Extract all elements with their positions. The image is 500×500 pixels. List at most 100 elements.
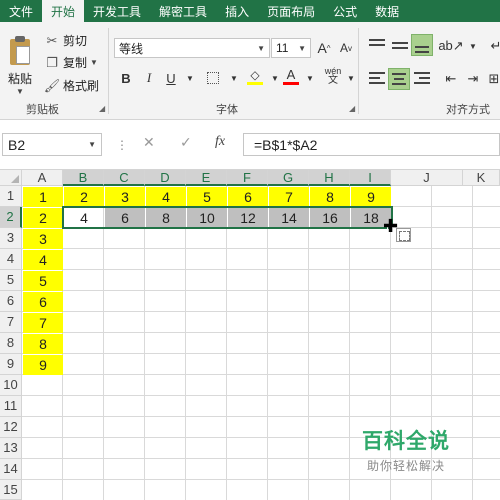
- font-color-button[interactable]: A: [281, 66, 301, 86]
- column-header-d[interactable]: D: [145, 170, 186, 186]
- row-header-15[interactable]: 15: [0, 480, 22, 500]
- italic-button[interactable]: I: [139, 68, 159, 88]
- column-header-e[interactable]: E: [186, 170, 227, 186]
- merge-center-button[interactable]: ⊞: [484, 69, 500, 89]
- increase-indent-button[interactable]: ⇥: [463, 69, 483, 89]
- border-button[interactable]: [203, 68, 223, 88]
- wrap-text-button[interactable]: ↵: [486, 36, 500, 56]
- quick-analysis-icon[interactable]: [396, 228, 411, 242]
- phonetic-button[interactable]: wén 文: [323, 66, 343, 86]
- cell-c2[interactable]: 6: [105, 208, 145, 228]
- cell-g2[interactable]: 14: [269, 208, 309, 228]
- cell-g1[interactable]: 7: [269, 187, 309, 207]
- align-top-button[interactable]: [366, 34, 388, 56]
- row-header-11[interactable]: 11: [0, 396, 22, 417]
- row-header-4[interactable]: 4: [0, 249, 22, 270]
- underline-button[interactable]: U: [161, 68, 181, 88]
- cell-b2[interactable]: 4: [64, 208, 104, 228]
- name-box[interactable]: B2 ▼: [2, 133, 102, 156]
- format-painter-button[interactable]: 🖌 格式刷: [44, 77, 99, 94]
- cell-a2[interactable]: 2: [23, 208, 63, 228]
- orientation-button[interactable]: ab↗: [438, 36, 463, 56]
- border-dropdown-icon[interactable]: ▼: [224, 68, 244, 88]
- column-header-c[interactable]: C: [104, 170, 145, 186]
- font-size-select[interactable]: 11 ▼: [271, 38, 311, 58]
- paste-dropdown-icon[interactable]: ▼: [16, 87, 24, 96]
- select-all-button[interactable]: [0, 170, 22, 186]
- tab-decrypt-tools[interactable]: 解密工具: [150, 0, 216, 22]
- column-header-g[interactable]: G: [268, 170, 309, 186]
- row-header-3[interactable]: 3: [0, 228, 22, 249]
- copy-button[interactable]: ❐ 复制 ▼: [44, 54, 98, 71]
- tab-home[interactable]: 开始: [42, 0, 85, 22]
- row-header-9[interactable]: 9: [0, 354, 22, 375]
- cell-a8[interactable]: 8: [23, 334, 63, 354]
- orientation-dropdown-icon[interactable]: ▼: [463, 36, 483, 56]
- align-left-button[interactable]: [366, 68, 388, 90]
- copy-dropdown-icon[interactable]: ▼: [90, 58, 98, 67]
- tab-developer[interactable]: 开发工具: [84, 0, 150, 22]
- cell-d1[interactable]: 4: [146, 187, 186, 207]
- row-header-12[interactable]: 12: [0, 417, 22, 438]
- cell-h2[interactable]: 16: [310, 208, 350, 228]
- column-header-f[interactable]: F: [227, 170, 268, 186]
- cell-d2[interactable]: 8: [146, 208, 186, 228]
- decrease-indent-button[interactable]: ⇤: [441, 69, 461, 89]
- column-header-j[interactable]: J: [391, 170, 463, 186]
- underline-dropdown-icon[interactable]: ▼: [180, 68, 200, 88]
- font-name-select[interactable]: 等线 ▼: [114, 38, 270, 58]
- close-icon[interactable]: ✕: [143, 134, 155, 151]
- cell-a1[interactable]: 1: [23, 187, 63, 207]
- cell-e1[interactable]: 5: [187, 187, 227, 207]
- cell-a7[interactable]: 7: [23, 313, 63, 333]
- chevron-down-icon[interactable]: ▼: [88, 140, 96, 149]
- cell-e2[interactable]: 10: [187, 208, 227, 228]
- cell-i1[interactable]: 9: [351, 187, 391, 207]
- cell-a5[interactable]: 5: [23, 271, 63, 291]
- row-header-2[interactable]: 2: [0, 207, 22, 228]
- cell-a4[interactable]: 4: [23, 250, 63, 270]
- tab-page-layout[interactable]: 页面布局: [258, 0, 324, 22]
- row-header-10[interactable]: 10: [0, 375, 22, 396]
- font-color-dropdown-icon[interactable]: ▼: [300, 68, 320, 88]
- cell-a9[interactable]: 9: [23, 355, 63, 375]
- fill-color-button[interactable]: ◇: [245, 66, 265, 86]
- row-header-13[interactable]: 13: [0, 438, 22, 459]
- column-header-i[interactable]: I: [350, 170, 391, 186]
- formula-input[interactable]: =B$1*$A2: [243, 133, 500, 156]
- insert-function-button[interactable]: fx: [215, 134, 225, 150]
- row-header-5[interactable]: 5: [0, 270, 22, 291]
- cell-b1[interactable]: 2: [64, 187, 104, 207]
- column-header-h[interactable]: H: [309, 170, 350, 186]
- align-center-button[interactable]: [388, 68, 410, 90]
- paste-button[interactable]: 粘贴 ▼: [4, 32, 36, 96]
- cell-c1[interactable]: 3: [105, 187, 145, 207]
- row-header-8[interactable]: 8: [0, 333, 22, 354]
- align-middle-button[interactable]: [389, 34, 411, 56]
- row-header-1[interactable]: 1: [0, 186, 22, 207]
- clipboard-launcher-icon[interactable]: ◢: [99, 104, 105, 113]
- font-launcher-icon[interactable]: ◢: [349, 104, 355, 113]
- shrink-font-button[interactable]: Av: [336, 38, 356, 58]
- cell-a6[interactable]: 6: [23, 292, 63, 312]
- tab-data[interactable]: 数据: [366, 0, 408, 22]
- cell-a3[interactable]: 3: [23, 229, 63, 249]
- row-header-14[interactable]: 14: [0, 459, 22, 480]
- worksheet-grid[interactable]: A B C D E F G H I J K 1 2 3 4 5 6 7 8 9 …: [0, 170, 500, 500]
- column-header-k[interactable]: K: [463, 170, 500, 186]
- tab-file[interactable]: 文件: [0, 0, 42, 22]
- column-header-a[interactable]: A: [22, 170, 63, 186]
- cell-f1[interactable]: 6: [228, 187, 268, 207]
- bold-button[interactable]: B: [116, 68, 136, 88]
- cell-f2[interactable]: 12: [228, 208, 268, 228]
- row-header-6[interactable]: 6: [0, 291, 22, 312]
- row-header-7[interactable]: 7: [0, 312, 22, 333]
- tab-insert[interactable]: 插入: [216, 0, 258, 22]
- cell-h1[interactable]: 8: [310, 187, 350, 207]
- grow-font-button[interactable]: A ^: [314, 38, 334, 58]
- align-bottom-button[interactable]: [411, 34, 433, 56]
- column-header-b[interactable]: B: [63, 170, 104, 186]
- align-right-button[interactable]: [411, 68, 433, 90]
- tab-formulas[interactable]: 公式: [324, 0, 366, 22]
- check-icon[interactable]: ✓: [180, 134, 192, 151]
